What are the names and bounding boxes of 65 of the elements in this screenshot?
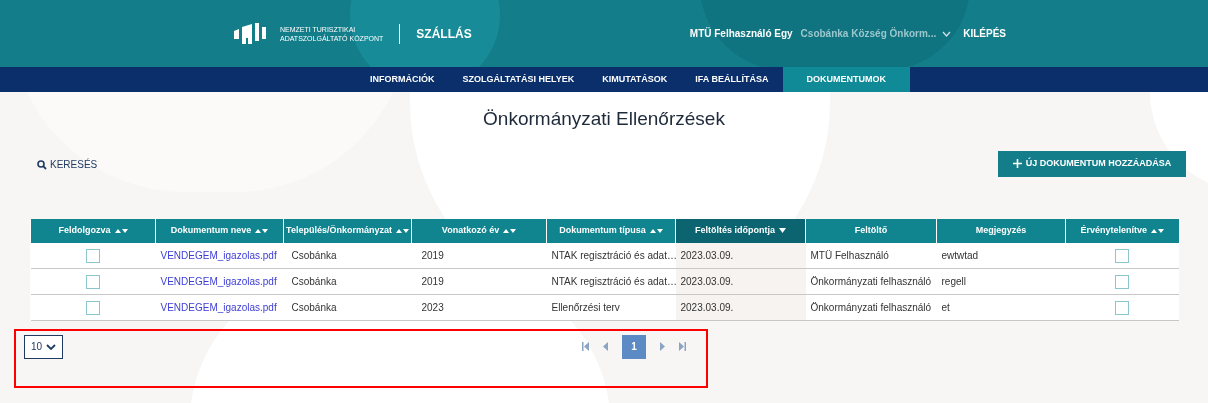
- sort-icon: [114, 227, 128, 234]
- plus-icon: [1012, 159, 1022, 168]
- chevron-down-icon: [942, 30, 952, 37]
- sort-descending-icon: [779, 228, 786, 233]
- checkbox[interactable]: [86, 301, 100, 316]
- sort-icon: [503, 227, 517, 234]
- checkbox[interactable]: [1115, 301, 1129, 316]
- document-link[interactable]: VENDEGEM_igazolas.pdf: [160, 276, 277, 287]
- table-cell: regell: [941, 276, 966, 287]
- page-title: Önkormányzati Ellenőrzések: [483, 107, 725, 131]
- column-header[interactable]: Település/Önkormányzat: [283, 218, 412, 243]
- table-cell: 2023: [421, 302, 444, 313]
- checkbox[interactable]: [86, 275, 100, 290]
- table-cell: Csobánka: [291, 302, 337, 313]
- chevron-down-icon: [46, 343, 57, 350]
- page-button[interactable]: 1: [622, 334, 646, 359]
- logout-link[interactable]: KILÉPÉS: [963, 26, 1006, 41]
- checkbox[interactable]: [86, 248, 100, 263]
- sort-icon: [1151, 227, 1164, 234]
- organization-dropdown[interactable]: Csobánka Község Önkorm...: [800, 26, 952, 41]
- table-cell: 2023.03.09.: [680, 276, 734, 287]
- table-cell: Ellenőrzési terv: [551, 302, 620, 313]
- sort-icon: [649, 227, 663, 234]
- nav-tab[interactable]: DOKUMENTUMOK: [782, 67, 910, 92]
- table-cell: 2019: [421, 249, 444, 261]
- last-page-icon[interactable]: [679, 342, 686, 351]
- document-link[interactable]: VENDEGEM_igazolas.pdf: [160, 249, 277, 261]
- app-name: SZÁLLÁS: [416, 25, 472, 43]
- document-link[interactable]: VENDEGEM_igazolas.pdf: [160, 302, 277, 313]
- nav-tab[interactable]: KIMUTATÁSOK: [588, 67, 682, 92]
- sort-icon: [395, 227, 409, 234]
- table-cell: Csobánka: [291, 249, 337, 261]
- add-document-button[interactable]: ÚJ DOKUMENTUM HOZZÁADÁSA: [998, 150, 1186, 177]
- table-cell: NTAK regisztráció és adat…: [551, 249, 677, 261]
- checkbox[interactable]: [1115, 275, 1129, 290]
- search-icon: [37, 159, 47, 170]
- column-header[interactable]: Vonatkozó év: [411, 218, 547, 243]
- column-header[interactable]: Dokumentum neve: [155, 218, 284, 243]
- checkbox[interactable]: [1115, 248, 1129, 263]
- first-page-icon[interactable]: [582, 342, 589, 351]
- column-header: Megjegyzés: [936, 218, 1066, 243]
- nav-tab[interactable]: INFORMÁCIÓK: [356, 67, 449, 92]
- sort-icon: [255, 227, 269, 234]
- column-header[interactable]: Érvénytelenítve: [1065, 218, 1179, 243]
- table-cell: Csobánka: [291, 276, 337, 287]
- search-button[interactable]: KERESÉS: [37, 157, 98, 172]
- table-cell: et: [941, 302, 950, 313]
- column-header[interactable]: Feltöltés időpontja: [675, 218, 806, 243]
- table-cell: 2023.03.09.: [680, 249, 734, 261]
- page-size-dropdown[interactable]: 10: [24, 334, 63, 359]
- column-header: Feltöltő: [805, 218, 937, 243]
- column-header[interactable]: Dokumentum típusa: [546, 218, 676, 243]
- table-cell: NTAK regisztráció és adat…: [551, 276, 677, 287]
- table-cell: 2023.03.09.: [680, 302, 734, 313]
- nav-tab[interactable]: SZOLGÁLTATÁSI HELYEK: [448, 67, 589, 92]
- user-name: MTÜ Felhasználó Egy: [689, 26, 793, 41]
- table-cell: 2019: [421, 276, 444, 287]
- column-header[interactable]: Feldolgozva: [30, 218, 156, 243]
- previous-page-icon[interactable]: [603, 342, 608, 351]
- nav-tab[interactable]: IFA BEÁLLÍTÁSA: [681, 67, 783, 92]
- next-page-icon[interactable]: [660, 342, 665, 351]
- table-cell: ewtwtad: [941, 249, 979, 261]
- table-cell: Önkormányzati felhasználó: [810, 302, 932, 313]
- table-cell: MTÜ Felhasználó: [810, 249, 889, 261]
- table-cell: Önkormányzati felhasználó: [810, 276, 932, 287]
